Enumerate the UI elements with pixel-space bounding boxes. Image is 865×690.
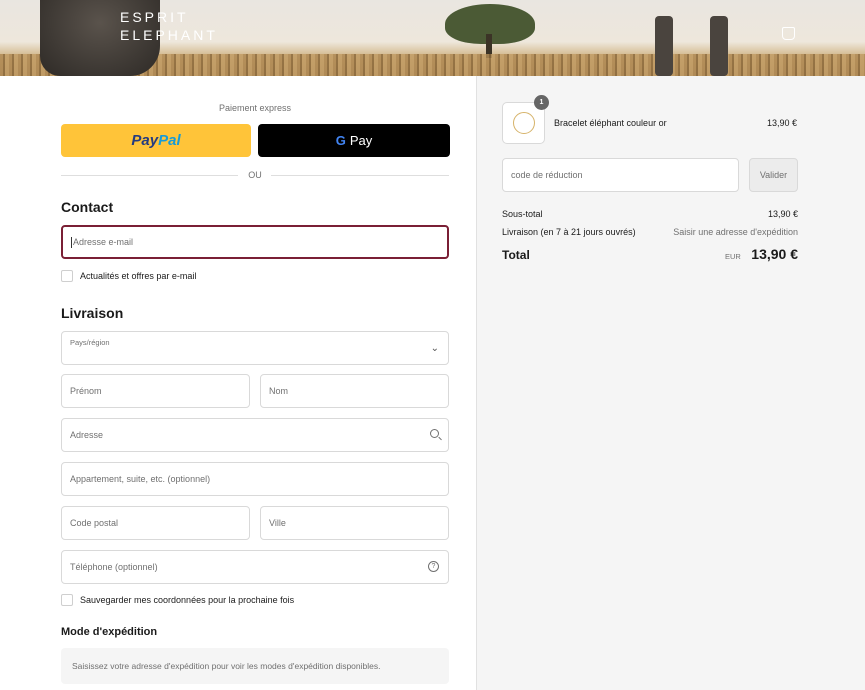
site-logo[interactable]: ESPRIT ELEPHANT [120,8,218,44]
bracelet-image [513,112,535,134]
apartment-placeholder: Appartement, suite, etc. (optionnel) [70,474,211,484]
discount-placeholder: code de réduction [511,170,583,180]
google-pay-label: Pay [349,133,373,148]
total-label: Total [502,248,530,262]
address-placeholder: Adresse [70,430,104,440]
paypal-button[interactable]: Pay Pal [61,124,251,157]
newsletter-label: Actualités et offres par e-mail [80,271,197,281]
chevron-down-icon: ⌄ [430,343,439,354]
paypal-logo-part1: Pay [131,132,159,149]
divider-left [61,175,238,176]
currency-code: EUR [724,252,741,261]
shipping-label: Livraison (en 7 à 21 jours ouvrés) [502,227,636,237]
express-checkout-label: Paiement express [218,103,292,113]
logo-line-2: ELEPHANT [120,27,218,43]
newsletter-checkbox-row[interactable]: Actualités et offres par e-mail [61,270,196,282]
total-value: 13,90 € [751,246,798,262]
subtotal-row: Sous-total 13,90 € [502,209,798,219]
text-caret [71,236,72,248]
save-info-checkbox-row[interactable]: Sauvegarder mes coordonnées pour la proc… [61,594,294,606]
shipping-row: Livraison (en 7 à 21 jours ouvrés) Saisi… [502,227,798,237]
logo-line-1: ESPRIT [120,9,189,25]
phone-field[interactable]: Téléphone (optionnel) ? [61,550,449,584]
save-info-label: Sauvegarder mes coordonnées pour la proc… [80,595,295,605]
shipping-value: Saisir une adresse d'expédition [673,227,798,237]
paypal-logo-part2: Pal [158,132,181,149]
discount-code-field[interactable]: code de réduction [502,158,739,192]
save-info-checkbox[interactable] [61,594,73,606]
product-price: 13,90 € [766,118,797,128]
postal-code-field[interactable]: Code postal [61,506,250,540]
banner-elephant-leg [655,16,673,76]
city-placeholder: Ville [269,518,286,528]
phone-placeholder: Téléphone (optionnel) [70,562,158,572]
subtotal-value: 13,90 € [767,209,798,219]
address-field[interactable]: Adresse [61,418,449,452]
checkout-form: Paiement express Pay Pal G Pay OU Contact… [0,76,476,690]
delivery-heading: Livraison [61,305,124,321]
email-placeholder: Adresse e-mail [73,237,134,247]
divider-right [271,175,449,176]
or-separator: OU [248,170,262,180]
subtotal-label: Sous-total [502,209,543,219]
search-icon [430,429,439,438]
quantity-badge: 1 [534,95,549,110]
first-name-placeholder: Prénom [70,386,102,396]
apply-discount-button[interactable]: Valider [749,158,798,192]
product-name: Bracelet éléphant couleur or [554,118,667,128]
city-field[interactable]: Ville [260,506,449,540]
total-row: Total EUR 13,90 € [502,246,798,264]
banner-elephant-leg [710,16,728,76]
google-pay-button[interactable]: G Pay [258,124,450,157]
order-summary: 1 Bracelet éléphant couleur or 13,90 € c… [476,76,865,690]
shipping-method-info: Saisissez votre adresse d'expédition pou… [61,648,449,684]
shipping-method-heading: Mode d'expédition [61,626,158,638]
country-select[interactable]: Pays/région ⌄ [61,331,449,365]
header-banner: ESPRIT ELEPHANT [0,0,865,76]
last-name-field[interactable]: Nom [260,374,449,408]
postal-code-placeholder: Code postal [70,518,119,528]
country-label: Pays/région [70,338,110,347]
last-name-placeholder: Nom [269,386,289,396]
contact-heading: Contact [61,199,114,215]
apartment-field[interactable]: Appartement, suite, etc. (optionnel) [61,462,449,496]
first-name-field[interactable]: Prénom [61,374,250,408]
help-icon[interactable]: ? [428,561,439,572]
shopping-bag-icon[interactable] [782,27,795,40]
google-g-icon: G [335,133,346,148]
email-field[interactable]: Adresse e-mail [61,225,449,259]
newsletter-checkbox[interactable] [61,270,73,282]
